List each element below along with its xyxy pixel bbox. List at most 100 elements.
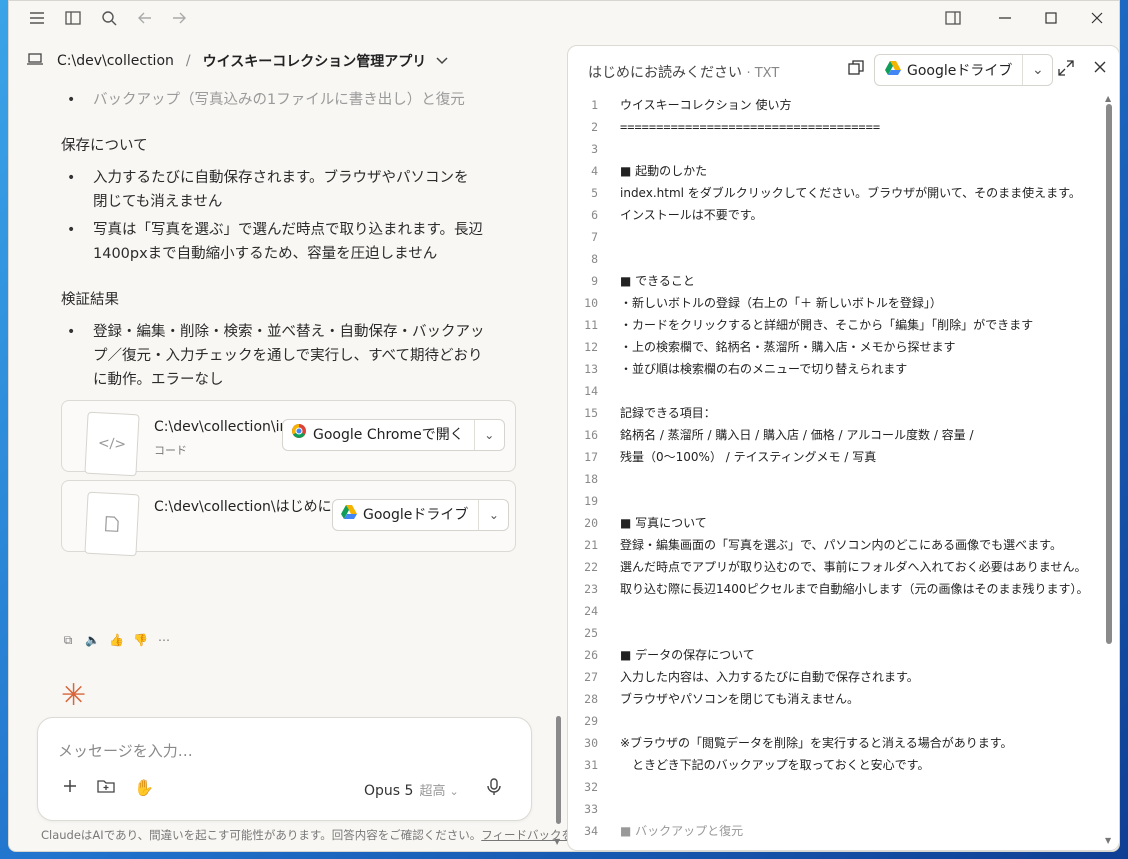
- line-number: 18: [584, 472, 598, 486]
- expand-icon[interactable]: [1056, 60, 1076, 80]
- thumbs-down-icon[interactable]: 👎: [133, 633, 148, 648]
- line-number: 17: [584, 450, 598, 464]
- chevron-down-icon[interactable]: [436, 54, 448, 68]
- file-card-doc[interactable]: C:\dev\collection\はじめに… Googleドライブ ⌄: [61, 480, 516, 557]
- line-text: ・新しいボトルの登録（右上の「＋ 新しいボトルを登録」）: [620, 296, 942, 310]
- save-heading: 保存について: [61, 138, 148, 154]
- microphone-icon[interactable]: [484, 778, 504, 798]
- line-text: ブラウザやパソコンを閉じても消えません。: [620, 692, 860, 706]
- chevron-down-icon[interactable]: ⌄: [478, 500, 508, 530]
- more-icon[interactable]: ⋯: [157, 633, 171, 648]
- code-line: 21 登録・編集画面の「写真を選ぶ」で、パソコン内のどこにある画像でも選べます。: [568, 534, 1108, 556]
- line-number: 4: [591, 164, 598, 178]
- code-line: 24: [568, 600, 1108, 622]
- code-line: 19: [568, 490, 1108, 512]
- chevron-down-icon[interactable]: ⌄: [1022, 55, 1052, 85]
- line-number: 21: [584, 538, 598, 552]
- line-number: 6: [591, 208, 598, 222]
- thumbs-up-icon[interactable]: 👍: [109, 633, 124, 648]
- line-text: 選んだ時点でアプリが取り込むので、事前にフォルダへ入れておく必要はありません。: [620, 560, 1087, 574]
- line-text: [608, 600, 620, 622]
- model-name: Opus 5: [364, 783, 414, 799]
- code-line: 32: [568, 776, 1108, 798]
- close-panel-icon[interactable]: [1090, 60, 1110, 80]
- close-icon[interactable]: [1087, 9, 1107, 29]
- message-input[interactable]: メッセージを入力…: [58, 740, 193, 761]
- hamburger-icon[interactable]: [27, 9, 47, 29]
- minimize-icon[interactable]: [995, 9, 1015, 29]
- chevron-down-icon[interactable]: ⌄: [473, 420, 504, 450]
- file-content: 1 ウイスキーコレクション 使い方 2 =======================…: [568, 94, 1108, 844]
- file-card-code[interactable]: </> C:\dev\collection\in コード Google Chro…: [61, 400, 516, 477]
- split-view-icon[interactable]: [943, 9, 963, 29]
- code-line: 9 ■ できること: [568, 270, 1108, 292]
- breadcrumb-path[interactable]: C:\dev\collection: [57, 53, 174, 69]
- scroll-down-icon[interactable]: ▼: [1105, 836, 1111, 845]
- document-icon: [84, 491, 140, 557]
- google-drive-button[interactable]: Googleドライブ ⌄: [874, 54, 1054, 86]
- hand-icon[interactable]: ✋: [134, 778, 154, 798]
- line-number: 9: [591, 274, 598, 288]
- title-bar: [9, 1, 1119, 37]
- search-icon[interactable]: [99, 9, 119, 29]
- code-line: 8: [568, 248, 1108, 270]
- line-text: 銘柄名 / 蒸溜所 / 購入日 / 購入店 / 価格 / アルコール度数 / 容…: [620, 428, 974, 442]
- code-line: 13 ・並び順は検索欄の右のメニューで切り替えられます: [568, 358, 1108, 380]
- model-selector[interactable]: Opus 5 超高 ⌄: [364, 780, 459, 799]
- line-text: ときどき下記のバックアップを取っておくと安心です。: [620, 758, 930, 772]
- line-number: 25: [584, 626, 598, 640]
- line-text: ■ 写真について: [620, 516, 707, 530]
- project-name[interactable]: ウイスキーコレクション管理アプリ: [203, 51, 427, 71]
- maximize-icon[interactable]: [1041, 9, 1061, 29]
- sidebar-toggle-icon[interactable]: [63, 9, 83, 29]
- chat-scrollbar[interactable]: [556, 716, 561, 824]
- line-number: 16: [584, 428, 598, 442]
- google-drive-button[interactable]: Googleドライブ ⌄: [332, 499, 510, 531]
- arrow-left-icon[interactable]: [135, 9, 155, 29]
- line-number: 24: [584, 604, 598, 618]
- code-line: 14: [568, 380, 1108, 402]
- plus-icon[interactable]: [60, 778, 80, 798]
- line-text: ウイスキーコレクション 使い方: [620, 98, 792, 112]
- line-text: 登録・編集画面の「写真を選ぶ」で、パソコン内のどこにある画像でも選べます。: [620, 538, 1062, 552]
- line-number: 33: [584, 802, 598, 816]
- line-text: [608, 710, 620, 732]
- panel-header: はじめにお読みください · TXT Googleドライブ ⌄: [568, 46, 1119, 94]
- folder-add-icon[interactable]: [96, 778, 116, 798]
- code-line: 4 ■ 起動のしかた: [568, 160, 1108, 182]
- line-text: [608, 248, 620, 270]
- line-number: 32: [584, 780, 598, 794]
- line-number: 10: [584, 296, 598, 310]
- preview-scrollbar[interactable]: [1106, 104, 1112, 644]
- disclaimer: ClaudeはAIであり、間違いを起こす可能性があります。回答内容をご確認くださ…: [41, 827, 596, 843]
- copy-icon[interactable]: [846, 60, 866, 80]
- message-composer[interactable]: メッセージを入力… ✋ Opus 5 超高 ⌄: [37, 717, 532, 821]
- chevron-down-icon: ⌄: [449, 785, 459, 798]
- line-number: 7: [591, 230, 598, 244]
- speaker-icon[interactable]: 🔈: [85, 633, 100, 648]
- file-name: C:\dev\collection\in: [154, 419, 289, 435]
- code-line: 17 残量（0〜100%） / テイスティングメモ / 写真: [568, 446, 1108, 468]
- line-text: 取り込む際に長辺1400ピクセルまで自動縮小します（元の画像はそのまま残ります）…: [620, 582, 1089, 596]
- line-number: 5: [591, 186, 598, 200]
- line-text: 入力した内容は、入力するたびに自動で保存されます。: [620, 670, 919, 684]
- code-line: 29: [568, 710, 1108, 732]
- copy-icon[interactable]: ⧉: [61, 633, 75, 648]
- code-file-icon: </>: [84, 411, 140, 477]
- file-preview-panel: はじめにお読みください · TXT Googleドライブ ⌄ 1 ウイスキーコレ…: [567, 45, 1119, 851]
- file-extension: · TXT: [746, 66, 780, 81]
- scroll-up-icon[interactable]: ▲: [1105, 94, 1111, 103]
- line-text: [608, 798, 620, 820]
- line-text: ■ バックアップと復元: [620, 824, 744, 838]
- open-in-chrome-button[interactable]: Google Chromeで開く ⌄: [282, 419, 505, 451]
- line-number: 1: [591, 98, 598, 112]
- line-number: 14: [584, 384, 598, 398]
- line-number: 2: [591, 120, 598, 134]
- arrow-right-icon[interactable]: [169, 9, 189, 29]
- code-line: 28 ブラウザやパソコンを閉じても消えません。: [568, 688, 1108, 710]
- line-text: [608, 468, 620, 490]
- code-line: 5 index.html をダブルクリックしてください。ブラウザが開いて、そのまま…: [568, 182, 1108, 204]
- code-line: 27 入力した内容は、入力するたびに自動で保存されます。: [568, 666, 1108, 688]
- line-number: 34: [584, 824, 598, 838]
- code-line: 23 取り込む際に長辺1400ピクセルまで自動縮小します（元の画像はそのまま残りま…: [568, 578, 1108, 600]
